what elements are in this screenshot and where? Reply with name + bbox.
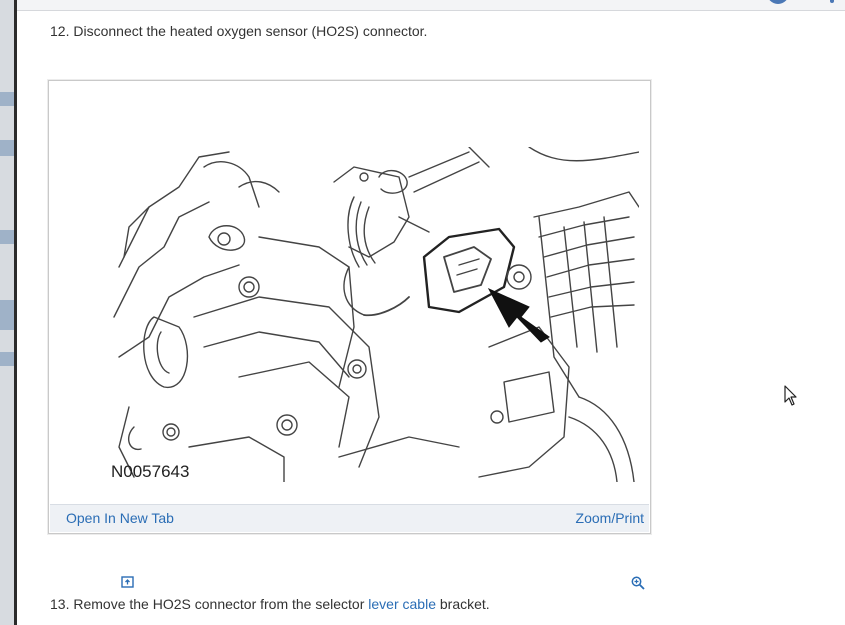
- edge-band: [0, 92, 14, 106]
- mouse-pointer-icon: [784, 385, 797, 406]
- left-window-edge: [0, 0, 14, 625]
- user-avatar-icon[interactable]: [767, 0, 789, 4]
- edge-band: [0, 352, 14, 366]
- step-number: 12.: [50, 23, 70, 39]
- step-instruction-end: bracket.: [439, 596, 490, 612]
- step-instruction: Disconnect the heated oxygen sensor (HO2…: [73, 23, 428, 39]
- sensor-connector-illustration[interactable]: N0057643: [109, 147, 639, 482]
- figure-code: N0057643: [111, 462, 189, 481]
- callout-arrow: [487, 287, 550, 343]
- edge-band: [0, 140, 14, 156]
- step-instruction: Remove the HO2S connector from the selec…: [73, 596, 365, 612]
- top-toolbar: [17, 0, 845, 11]
- edge-band: [0, 300, 14, 330]
- step-12: 12. Disconnect the heated oxygen sensor …: [50, 23, 427, 39]
- left-divider: [14, 0, 17, 625]
- procedure-figure: N0057643 Open In New Tab Zoom/Print: [48, 80, 651, 590]
- open-in-new-tab-label: Open In New Tab: [66, 510, 174, 526]
- lever-cable-link[interactable]: lever cable: [368, 596, 436, 612]
- figure-footer: Open In New Tab Zoom/Print: [50, 504, 649, 590]
- zoom-print-button[interactable]: Zoom/Print: [571, 510, 645, 590]
- open-in-new-tab-button[interactable]: Open In New Tab: [61, 510, 174, 588]
- zoom-print-label: Zoom/Print: [575, 510, 644, 526]
- edge-band: [0, 230, 14, 244]
- menu-icon[interactable]: [830, 0, 834, 3]
- step-13: 13. Remove the HO2S connector from the s…: [50, 596, 490, 612]
- step-number: 13.: [50, 596, 70, 612]
